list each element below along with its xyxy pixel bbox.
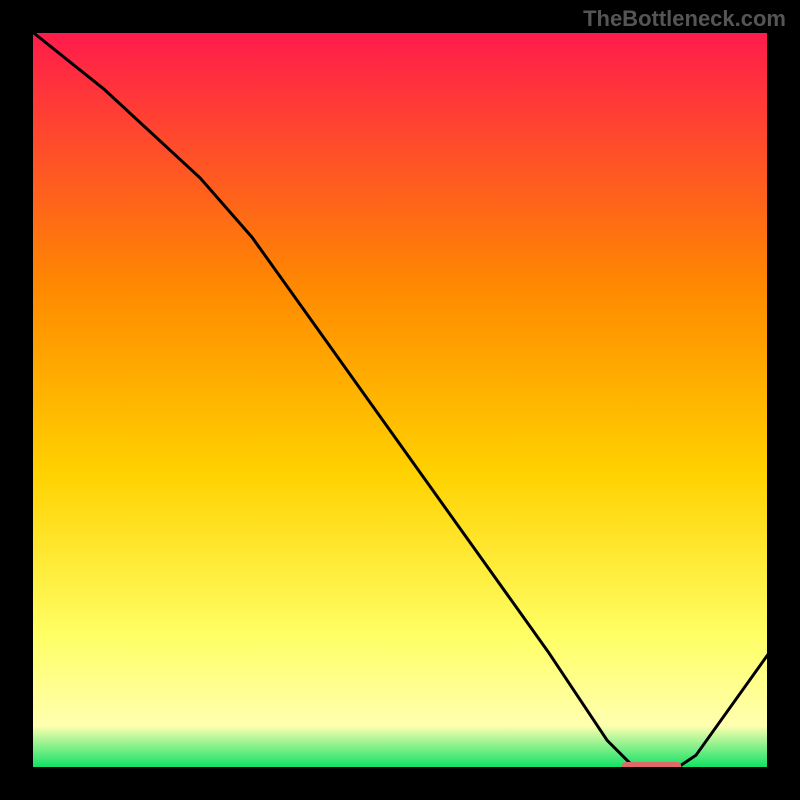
plot-frame (30, 30, 770, 770)
watermark-text: TheBottleneck.com (583, 6, 786, 32)
chart-container: TheBottleneck.com (0, 0, 800, 800)
chart-svg (30, 30, 770, 770)
gradient-background (30, 30, 770, 770)
